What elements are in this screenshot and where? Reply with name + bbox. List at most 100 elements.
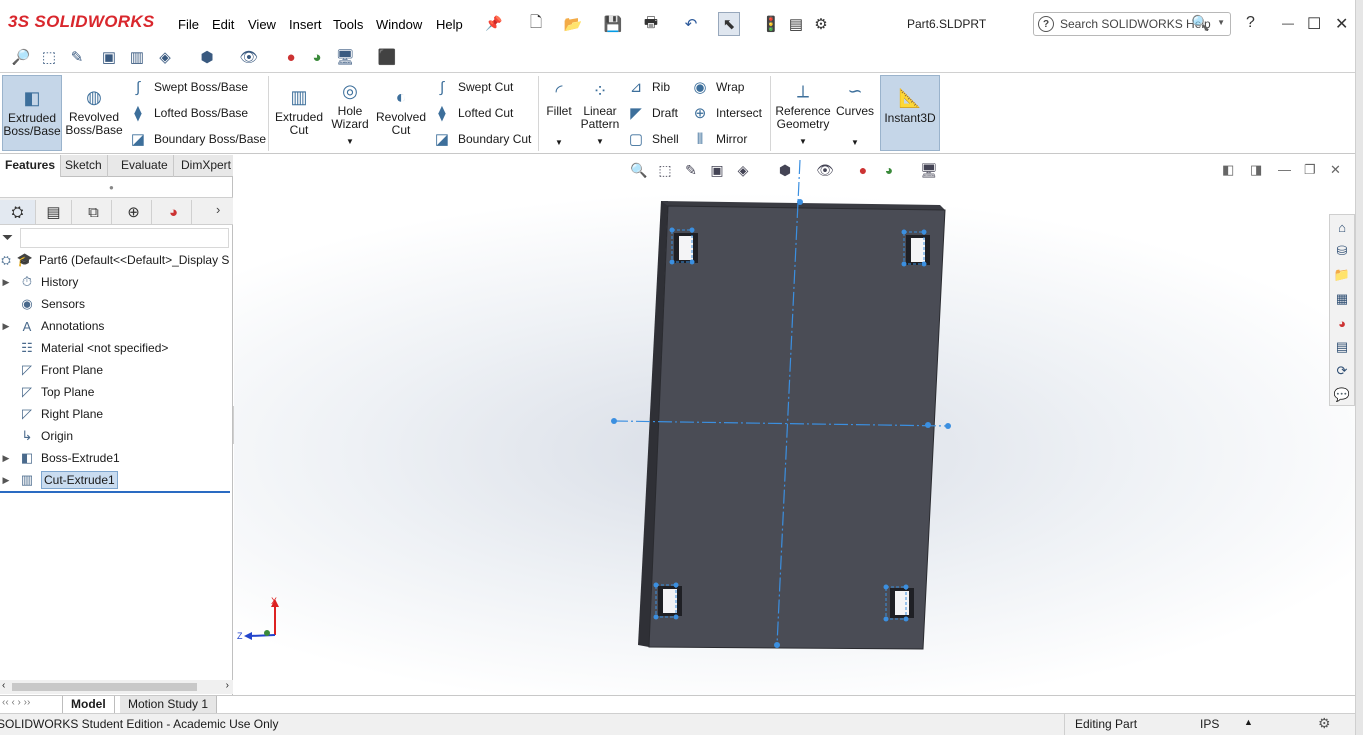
view-orientation-icon[interactable]: ◈ bbox=[154, 46, 176, 68]
swept-boss-button[interactable]: ∫ Swept Boss/Base bbox=[128, 77, 248, 97]
tree-item[interactable]: ◸ Front Plane bbox=[0, 359, 233, 381]
extruded-boss-button[interactable]: ◧ Extruded Boss/Base bbox=[2, 75, 62, 151]
tree-item[interactable]: ◸ Right Plane bbox=[0, 403, 233, 425]
maximize-icon[interactable]: ☐ bbox=[1307, 14, 1321, 34]
tree-item[interactable]: ▶ A Annotations bbox=[0, 315, 233, 337]
draft-button[interactable]: ◤ Draft bbox=[626, 103, 678, 123]
view-orientation-icon[interactable]: ◈ bbox=[732, 160, 754, 180]
status-units[interactable]: IPS bbox=[1200, 717, 1219, 731]
edit-appearance-icon[interactable]: ● bbox=[852, 160, 874, 180]
section-view-icon[interactable]: ▣ bbox=[98, 46, 120, 68]
chat-icon[interactable]: 💬 bbox=[1332, 385, 1352, 405]
solidworks-logo[interactable]: 3S SOLIDWORKS bbox=[8, 12, 155, 32]
lofted-cut-button[interactable]: ⧫ Lofted Cut bbox=[432, 103, 513, 123]
menu-insert[interactable]: Insert bbox=[289, 17, 322, 32]
tree-item[interactable]: ▶ ⏱ History bbox=[0, 271, 233, 293]
customize-status-icon[interactable]: ⚙ bbox=[1318, 715, 1331, 732]
hide-show-items-icon[interactable]: 👁 bbox=[814, 160, 836, 180]
expand-arrow-icon[interactable]: ▶ bbox=[0, 475, 12, 486]
viewport-minimize-icon[interactable]: — bbox=[1278, 162, 1291, 177]
menu-view[interactable]: View bbox=[248, 17, 276, 32]
solidworks-resources-icon[interactable]: ⌂ bbox=[1332, 217, 1352, 237]
tab-sketch[interactable]: Sketch bbox=[60, 155, 108, 177]
sketch-point[interactable] bbox=[925, 422, 931, 428]
help-button[interactable]: ? bbox=[1246, 14, 1255, 32]
boundary-cut-button[interactable]: ◪ Boundary Cut bbox=[432, 129, 531, 149]
edit-appearance-icon[interactable]: ● bbox=[280, 46, 302, 68]
mirror-button[interactable]: ⫴ Mirror bbox=[690, 129, 747, 149]
search-icon[interactable]: 🔍 bbox=[1191, 14, 1210, 32]
view-settings-icon[interactable]: 🖥 bbox=[918, 160, 940, 180]
solidworks-forum-icon[interactable]: ⟳ bbox=[1332, 361, 1352, 381]
fillet-button[interactable]: ◜ Fillet ▼ bbox=[542, 75, 576, 149]
undo-icon[interactable]: ↶ bbox=[680, 12, 702, 36]
configuration-manager-tab-icon[interactable]: ⧉ bbox=[76, 200, 112, 224]
expand-arrow-icon[interactable]: ▶ bbox=[0, 453, 12, 464]
search-dropdown-icon[interactable]: ▼ bbox=[1217, 18, 1225, 27]
menu-tools[interactable]: Tools bbox=[333, 17, 363, 32]
tree-item[interactable]: ☷ Material <not specified> bbox=[0, 337, 233, 359]
tab-motion-study[interactable]: Motion Study 1 bbox=[120, 696, 218, 713]
lofted-boss-button[interactable]: ⧫ Lofted Boss/Base bbox=[128, 103, 248, 123]
tab-evaluate[interactable]: Evaluate bbox=[116, 155, 174, 177]
panel-grip-icon[interactable]: ● bbox=[109, 183, 114, 192]
viewport-restore-icon[interactable]: ❐ bbox=[1304, 162, 1316, 178]
expand-arrow-icon[interactable]: ▶ bbox=[0, 321, 12, 332]
tree-item[interactable]: ▶ ◧ Boss-Extrude1 bbox=[0, 447, 233, 469]
menu-window[interactable]: Window bbox=[376, 17, 422, 32]
tree-root-part[interactable]: ⛭ 🎓 Part6 (Default<<Default>_Display S bbox=[0, 249, 233, 271]
tree-item[interactable]: ◉ Sensors bbox=[0, 293, 233, 315]
save-icon[interactable]: 💾 bbox=[602, 12, 624, 36]
panel-more-icon[interactable]: › bbox=[216, 202, 220, 217]
minimize-icon[interactable]: — bbox=[1282, 16, 1294, 30]
swept-cut-button[interactable]: ∫ Swept Cut bbox=[432, 77, 513, 97]
reference-geometry-button[interactable]: ⟂ Reference Geometry ▼ bbox=[774, 75, 832, 148]
tree-filter-input[interactable] bbox=[20, 228, 229, 248]
zoom-area-icon[interactable]: ⬚ bbox=[38, 46, 60, 68]
boundary-boss-button[interactable]: ◪ Boundary Boss/Base bbox=[128, 129, 266, 149]
scroll-left-icon[interactable]: ‹ bbox=[2, 680, 5, 691]
wrap-button[interactable]: ◉ Wrap bbox=[690, 77, 744, 97]
file-properties-icon[interactable]: ▤ bbox=[785, 12, 807, 36]
menu-edit[interactable]: Edit bbox=[212, 17, 234, 32]
panel-horizontal-scrollbar[interactable]: ‹ › bbox=[0, 680, 233, 694]
apply-scene-icon[interactable]: ◕ bbox=[878, 160, 900, 180]
scroll-thumb[interactable] bbox=[12, 683, 197, 691]
units-dropdown-icon[interactable]: ▲ bbox=[1244, 717, 1253, 727]
dynamic-annotation-icon[interactable]: ▥ bbox=[126, 46, 148, 68]
rollback-bar[interactable] bbox=[0, 491, 230, 493]
sketch-point[interactable] bbox=[611, 418, 617, 424]
curves-button[interactable]: ∽ Curves ▼ bbox=[834, 75, 876, 149]
rib-button[interactable]: ⊿ Rib bbox=[626, 77, 670, 97]
view-settings-icon[interactable]: 🖥 bbox=[334, 46, 356, 68]
zoom-to-fit-icon[interactable]: 🔎 bbox=[10, 46, 32, 68]
tab-dimxpert[interactable]: DimXpert bbox=[176, 155, 238, 177]
plate-face[interactable] bbox=[648, 205, 946, 650]
display-manager-tab-icon[interactable]: ◕ bbox=[156, 200, 192, 224]
select-icon[interactable]: ⬉ bbox=[718, 12, 740, 36]
expand-arrow-icon[interactable]: ▶ bbox=[0, 277, 12, 288]
tab-nav-icons[interactable]: ‹‹ ‹ › ›› bbox=[2, 697, 30, 708]
new-document-icon[interactable]: 🗋 bbox=[525, 12, 547, 36]
display-style-icon[interactable]: ⬢ bbox=[774, 160, 796, 180]
appearances-icon[interactable]: ◕ bbox=[1332, 313, 1352, 333]
shell-button[interactable]: ▢ Shell bbox=[626, 129, 679, 149]
rebuild-icon[interactable]: 🚦 bbox=[760, 12, 782, 36]
cube-icon[interactable]: ⬛ bbox=[376, 46, 398, 68]
feature-manager-tab-icon[interactable]: ⛭ bbox=[0, 200, 36, 224]
revolved-boss-button[interactable]: ◍ Revolved Boss/Base bbox=[64, 75, 124, 137]
property-manager-tab-icon[interactable]: ▤ bbox=[36, 200, 72, 224]
split-view-right-icon[interactable]: ◨ bbox=[1250, 162, 1262, 178]
menu-file[interactable]: File bbox=[178, 17, 199, 32]
menu-help[interactable]: Help bbox=[436, 17, 463, 32]
file-explorer-icon[interactable]: 📁 bbox=[1332, 265, 1352, 285]
view-palette-icon[interactable]: ▦ bbox=[1332, 289, 1352, 309]
scroll-right-icon[interactable]: › bbox=[226, 680, 229, 691]
dimxpert-manager-tab-icon[interactable]: ⊕ bbox=[116, 200, 152, 224]
zoom-to-fit-icon[interactable]: 🔍 bbox=[628, 160, 650, 180]
close-icon[interactable]: ✕ bbox=[1335, 14, 1348, 34]
tree-item[interactable]: ▶ ▥ Cut-Extrude1 bbox=[0, 469, 233, 491]
filter-icon[interactable]: ⏷ bbox=[2, 229, 13, 246]
tab-features[interactable]: Features bbox=[0, 155, 62, 177]
linear-pattern-button[interactable]: ⁘ Linear Pattern ▼ bbox=[578, 75, 622, 148]
